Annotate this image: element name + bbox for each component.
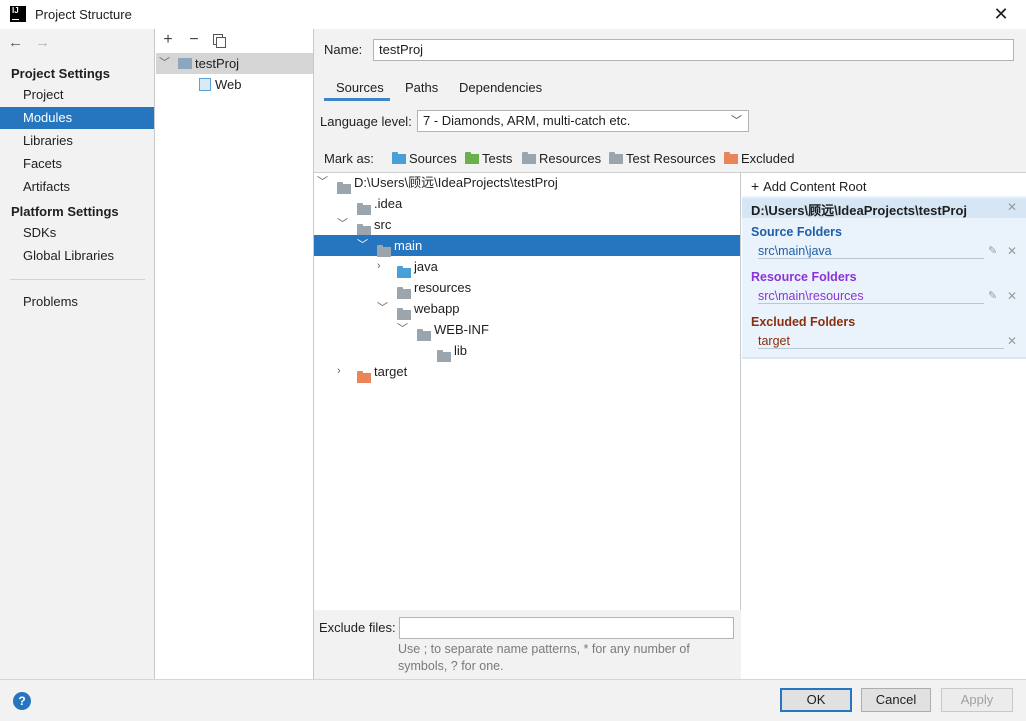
tree-node-main[interactable]: ﹀ main — [314, 235, 740, 257]
tree-node-idea[interactable]: .idea — [314, 193, 740, 215]
apply-button[interactable]: Apply — [941, 688, 1013, 712]
back-arrow-icon[interactable]: ← — [8, 34, 23, 51]
excluded-folder-icon — [357, 371, 371, 383]
sidebar-item-project[interactable]: Project — [0, 84, 154, 106]
tab-sources[interactable]: Sources — [336, 80, 384, 95]
cancel-button[interactable]: Cancel — [861, 688, 931, 712]
chevron-down-icon: ﹀ — [731, 115, 742, 127]
add-content-root-button[interactable]: + Add Content Root — [751, 178, 866, 194]
mark-as-label: Mark as: — [324, 151, 374, 166]
source-folders-title: Source Folders — [751, 225, 842, 239]
ok-button[interactable]: OK — [780, 688, 852, 712]
platform-settings-heading: Platform Settings — [11, 204, 119, 219]
sidebar-item-artifacts[interactable]: Artifacts — [0, 176, 154, 198]
mark-sources-button[interactable]: Sources — [392, 151, 457, 166]
sidebar-item-facets[interactable]: Facets — [0, 153, 154, 175]
tree-node-java[interactable]: › java — [314, 256, 740, 278]
exclude-files-label: Exclude files: — [319, 620, 396, 635]
chevron-down-icon: ﹀ — [357, 239, 368, 251]
remove-source-folder-icon[interactable]: ✕ — [1007, 244, 1017, 258]
tree-node-label: resources — [414, 280, 472, 295]
tree-node-src[interactable]: ﹀ src — [314, 214, 740, 236]
project-settings-heading: Project Settings — [11, 66, 110, 81]
active-tab-indicator — [324, 98, 390, 101]
chevron-down-icon: ﹀ — [317, 176, 328, 188]
facet-item-web[interactable]: Web — [156, 74, 313, 95]
chevron-down-icon: ﹀ — [159, 57, 170, 69]
source-folder-path: src\main\java — [758, 244, 984, 259]
chevron-right-icon: › — [337, 365, 341, 377]
excluded-folders-title: Excluded Folders — [751, 315, 856, 329]
module-name-input[interactable]: testProj — [373, 39, 1014, 61]
language-level-select[interactable]: 7 - Diamonds, ARM, multi-catch etc. ﹀ — [417, 110, 749, 132]
tree-node-lib[interactable]: lib — [314, 340, 740, 362]
edit-pencil-icon[interactable]: ✎ — [988, 289, 997, 302]
test-resources-folder-icon — [609, 152, 623, 164]
mark-resources-button[interactable]: Resources — [522, 151, 601, 166]
sidebar-item-modules[interactable]: Modules — [0, 107, 154, 129]
tab-paths[interactable]: Paths — [405, 80, 438, 95]
chevron-right-icon: › — [377, 260, 381, 272]
exclude-files-input[interactable] — [399, 617, 734, 639]
tree-node-label: lib — [454, 343, 468, 358]
title-bar — [0, 0, 1026, 29]
remove-content-root-icon[interactable]: ✕ — [1007, 200, 1017, 214]
excluded-folder-icon — [724, 152, 738, 164]
tree-node-label: webapp — [414, 301, 460, 316]
remove-resource-folder-icon[interactable]: ✕ — [1007, 289, 1017, 303]
tree-node-label: main — [394, 238, 423, 253]
resources-folder-icon — [522, 152, 536, 164]
mark-test-resources-button[interactable]: Test Resources — [609, 151, 716, 166]
chevron-down-icon: ﹀ — [397, 323, 408, 335]
mark-tests-button[interactable]: Tests — [465, 151, 512, 166]
language-level-label: Language level: — [320, 114, 412, 129]
sidebar-item-problems[interactable]: Problems — [0, 291, 154, 313]
tree-node-label: target — [374, 364, 408, 379]
close-window-button[interactable]: ✕ — [990, 4, 1012, 24]
module-list-panel — [155, 29, 314, 679]
mark-excluded-button[interactable]: Excluded — [724, 151, 794, 166]
language-level-value: 7 - Diamonds, ARM, multi-catch etc. — [423, 113, 631, 128]
chevron-down-icon: ﹀ — [337, 218, 348, 230]
help-button[interactable]: ? — [13, 692, 31, 710]
exclude-files-hint: Use ; to separate name patterns, * for a… — [398, 642, 690, 673]
tree-node-label: src — [374, 217, 392, 232]
add-module-button[interactable]: + — [160, 31, 176, 49]
remove-excluded-folder-icon[interactable]: ✕ — [1007, 334, 1017, 348]
web-facet-icon — [199, 78, 211, 91]
facet-label: Web — [215, 77, 242, 92]
window-title: Project Structure — [35, 7, 132, 22]
edit-pencil-icon[interactable]: ✎ — [988, 244, 997, 257]
tree-node-webapp[interactable]: ﹀ webapp — [314, 298, 740, 320]
resource-folders-title: Resource Folders — [751, 270, 857, 284]
forward-arrow-icon[interactable]: → — [35, 34, 50, 51]
name-label: Name: — [324, 42, 363, 57]
module-label: testProj — [195, 56, 240, 71]
tree-node-target[interactable]: › target — [314, 361, 740, 383]
sources-folder-icon — [392, 152, 406, 164]
resource-folder-path: src\main\resources — [758, 289, 984, 304]
copy-module-button[interactable] — [212, 33, 228, 49]
content-root-path: D:\Users\顾远\IdeaProjects\testProj — [751, 203, 968, 218]
tree-node-web-inf[interactable]: ﹀ WEB-INF — [314, 319, 740, 341]
sidebar-item-libraries[interactable]: Libraries — [0, 130, 154, 152]
tab-dependencies[interactable]: Dependencies — [459, 80, 542, 95]
tree-node-label: WEB-INF — [434, 322, 489, 337]
sidebar-divider — [10, 279, 145, 280]
module-folder-icon — [178, 58, 192, 69]
tests-folder-icon — [465, 152, 479, 164]
sidebar-item-sdks[interactable]: SDKs — [0, 222, 154, 244]
sidebar-item-global-libraries[interactable]: Global Libraries — [0, 245, 154, 267]
chevron-down-icon: ﹀ — [377, 302, 388, 314]
plus-icon: + — [751, 178, 764, 194]
tree-node-label: java — [414, 259, 438, 274]
tree-node-root[interactable]: ﹀ D:\Users\顾远\IdeaProjects\testProj — [314, 172, 740, 194]
intellij-logo-icon: IJ — [10, 6, 26, 22]
tree-node-resources[interactable]: resources — [314, 277, 740, 299]
remove-module-button[interactable]: − — [186, 31, 202, 49]
module-item-testproj[interactable]: ﹀ testProj — [156, 53, 313, 74]
excluded-folder-path: target — [758, 334, 1004, 349]
tree-node-label: D:\Users\顾远\IdeaProjects\testProj — [354, 175, 558, 190]
tree-node-label: .idea — [374, 196, 403, 211]
